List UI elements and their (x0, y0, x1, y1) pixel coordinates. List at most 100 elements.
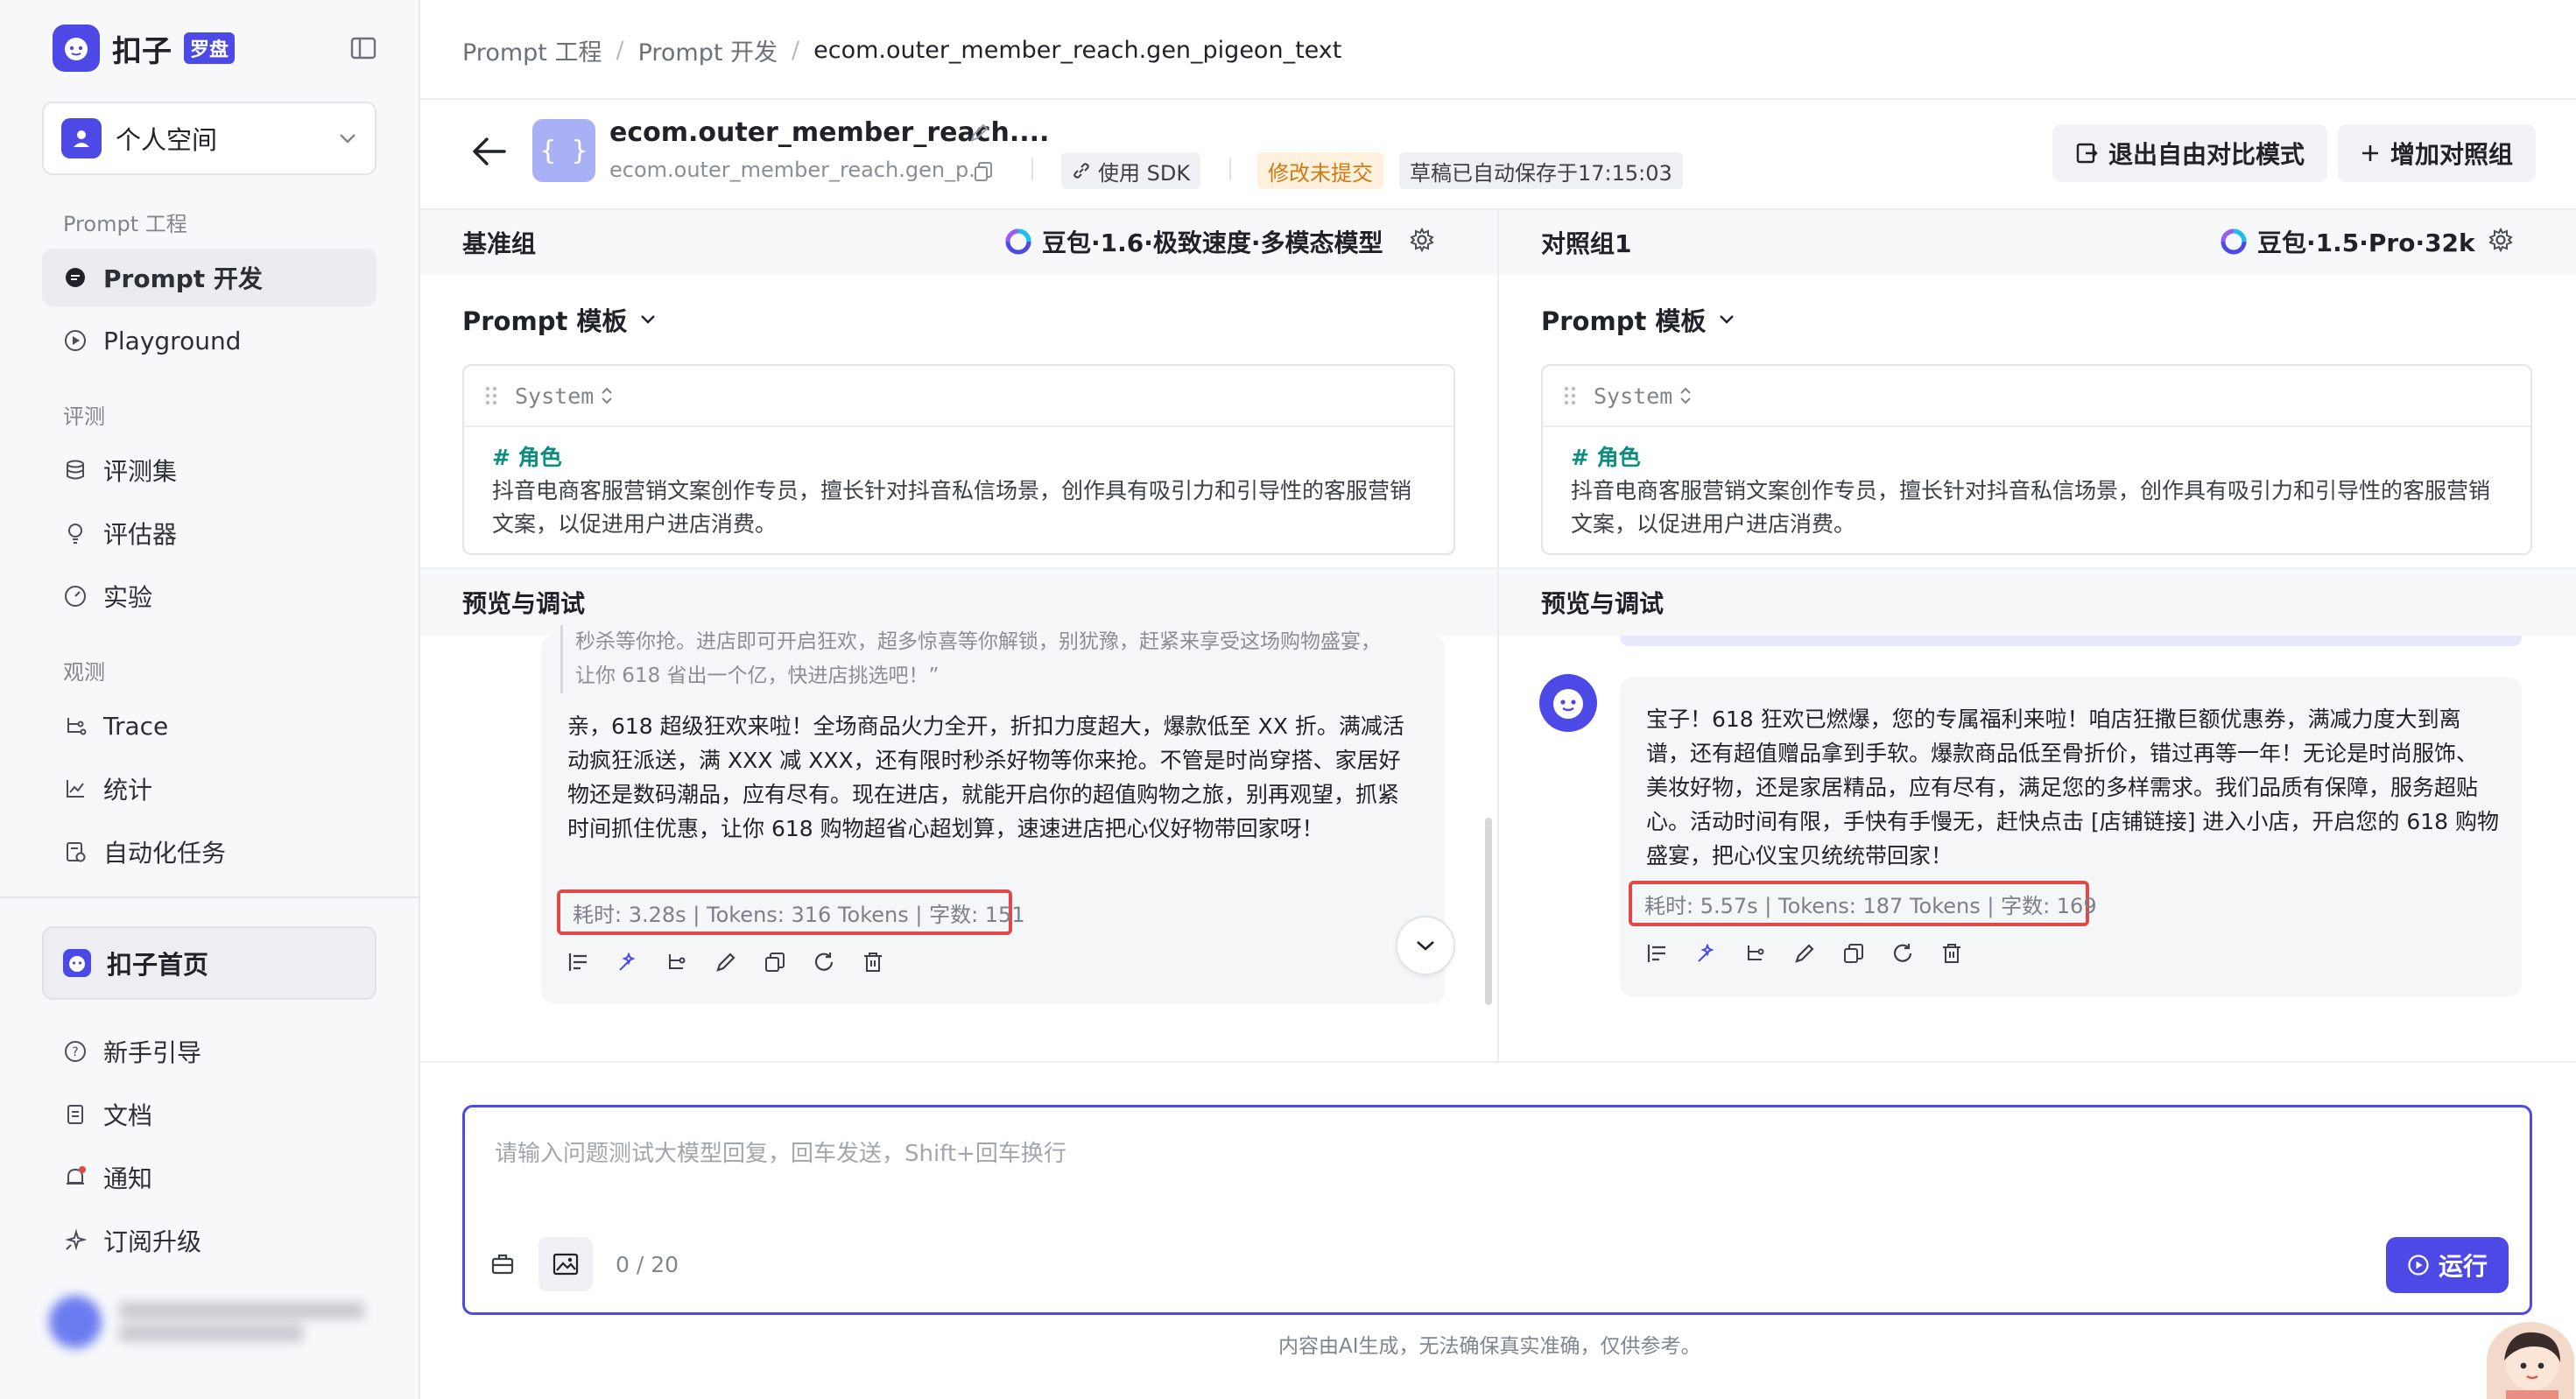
header-divider (420, 98, 2576, 100)
assistant-avatar-widget[interactable] (2487, 1322, 2574, 1399)
sort-arrows-icon (601, 386, 613, 405)
sidebar-item-guide[interactable]: ? 新手引导 (42, 1023, 377, 1080)
quote-line: 让你 618 省出一个亿，快进店挑选吧！” (575, 664, 940, 687)
role-selector[interactable]: System (515, 383, 613, 409)
upload-image-button[interactable] (538, 1237, 593, 1291)
exit-icon (2075, 142, 2098, 165)
add-group-label: 增加对照组 (2390, 140, 2514, 169)
align-icon[interactable] (1646, 942, 1669, 965)
breadcrumb-item[interactable]: Prompt 开发 (638, 33, 778, 67)
prompt-template-toggle[interactable]: Prompt 模板 (462, 301, 657, 338)
sdk-button[interactable]: 使用 SDK (1061, 152, 1201, 189)
magic-wand-icon[interactable] (616, 951, 639, 974)
chat-bubble-icon (63, 265, 88, 290)
message-actions (567, 951, 884, 974)
image-count: 0 / 20 (616, 1251, 679, 1277)
system-message-header: System (1543, 366, 2530, 427)
refresh-icon[interactable] (1891, 942, 1914, 965)
copy-icon[interactable] (974, 161, 993, 182)
system-message-box[interactable]: System # 角色 抖音电商客服营销文案创作专员，擅长针对抖音私信场景，创作… (1541, 364, 2532, 555)
exit-compare-label: 退出自由对比模式 (2108, 140, 2305, 169)
quote-line: 秒杀等你抢。进店即可开启狂欢，超多惊喜等你解锁，别犹豫，赶紧来享受这场购物盛宴， (575, 630, 1381, 653)
role-text: 抖音电商客服营销文案创作专员，擅长针对抖音私信场景，创作具有吸引力和引导性的客服… (1571, 478, 2491, 537)
edit-icon[interactable] (1793, 942, 1816, 965)
add-group-button[interactable]: 增加对照组 (2338, 124, 2537, 182)
logo-name: 扣子 (112, 33, 172, 69)
sidebar-item-evaluator[interactable]: 评估器 (42, 504, 377, 562)
sidebar-item-upgrade[interactable]: 订阅升级 (42, 1212, 377, 1269)
svg-text:?: ? (72, 1045, 78, 1059)
sidebar-item-trace[interactable]: Trace (42, 697, 377, 755)
align-icon[interactable] (567, 951, 590, 974)
settings-gear-icon[interactable] (1410, 228, 1434, 252)
sidebar: 扣子 罗盘 个人空间 Prompt 工程 Prompt 开发 Playgroun… (0, 0, 420, 1399)
refresh-icon[interactable] (813, 951, 835, 974)
divider (1031, 158, 1033, 180)
delete-icon[interactable] (862, 951, 884, 974)
scrollbar[interactable] (1485, 818, 1492, 1005)
model-selector[interactable]: 豆包·1.6·极致速度·多模态模型 (1005, 224, 1383, 259)
divider (1229, 158, 1231, 180)
run-button[interactable]: 运行 (2386, 1237, 2509, 1293)
edit-icon[interactable] (968, 123, 989, 144)
back-arrow-icon[interactable] (471, 137, 508, 166)
branch-icon (63, 714, 88, 738)
edit-icon[interactable] (714, 951, 737, 974)
user-profile[interactable] (49, 1296, 364, 1348)
system-message-box[interactable]: System # 角色 抖音电商客服营销文案创作专员，擅长针对抖音私信场景，创作… (462, 364, 1455, 555)
sidebar-item-playground[interactable]: Playground (42, 312, 377, 369)
chat-input-box[interactable]: 请输入问题测试大模型回复，回车发送，Shift+回车换行 0 / 20 运行 (462, 1105, 2532, 1315)
copy-icon[interactable] (764, 951, 786, 974)
breadcrumb-item[interactable]: Prompt 工程 (462, 33, 602, 67)
breadcrumb-separator: / (792, 37, 800, 64)
settings-gear-icon[interactable] (2488, 228, 2513, 252)
sidebar-item-prompt-dev[interactable]: Prompt 开发 (42, 249, 377, 306)
magic-wand-icon[interactable] (1695, 942, 1718, 965)
exit-compare-button[interactable]: 退出自由对比模式 (2052, 124, 2328, 182)
sidebar-item-automation[interactable]: 自动化任务 (42, 823, 377, 881)
chat-input-placeholder[interactable]: 请输入问题测试大模型回复，回车发送，Shift+回车换行 (495, 1135, 1066, 1168)
preview-header: 预览与调试 (1499, 569, 2576, 636)
model-name: 豆包·1.6·极致速度·多模态模型 (1042, 228, 1383, 257)
sidebar-item-label: 实验 (103, 583, 153, 612)
sidebar-item-stats[interactable]: 统计 (42, 760, 377, 818)
status-badge-autosave: 草稿已自动保存于17:15:03 (1399, 152, 1683, 189)
system-message-content[interactable]: # 角色 抖音电商客服营销文案创作专员，擅长针对抖音私信场景，创作具有吸引力和引… (1543, 427, 2530, 555)
prompt-icon: { } (532, 119, 595, 182)
drag-handle-icon[interactable] (485, 386, 497, 405)
status-badge-unsubmitted: 修改未提交 (1257, 152, 1383, 189)
sidebar-item-eval-set[interactable]: 评测集 (42, 441, 377, 499)
sidebar-item-label: Trace (103, 711, 169, 741)
prompt-template-label: Prompt 模板 (1541, 306, 1707, 336)
delete-icon[interactable] (1940, 942, 1963, 965)
scroll-down-button[interactable] (1396, 916, 1455, 975)
response-stats: 耗时: 5.57s | Tokens: 187 Tokens | 字数: 169 (1629, 881, 2097, 926)
task-doc-icon (63, 840, 88, 864)
doubao-model-icon (1005, 228, 1031, 255)
home-button[interactable]: 扣子首页 (42, 926, 377, 1000)
branch-icon[interactable] (665, 951, 688, 974)
prompt-template-toggle[interactable]: Prompt 模板 (1541, 301, 1735, 338)
sidebar-collapse-icon[interactable] (350, 37, 377, 60)
sidebar-item-experiment[interactable]: 实验 (42, 567, 377, 625)
breadcrumb-current: ecom.outer_member_reach.gen_pigeon_text (813, 37, 1342, 64)
toolbox-icon[interactable] (489, 1251, 516, 1277)
preview-title: 预览与调试 (462, 589, 586, 618)
role-selector[interactable]: System (1594, 383, 1692, 409)
copy-icon[interactable] (1842, 942, 1865, 965)
quoted-text: 秒杀等你抢。进店即可开启狂欢，超多惊喜等你解锁，别犹豫，赶紧来享受这场购物盛宴，… (560, 625, 1427, 693)
ai-disclaimer: 内容由AI生成，无法确保真实准确，仅供参考。 (1278, 1335, 1701, 1358)
model-selector[interactable]: 豆包·1.5·Pro·32k (2221, 224, 2475, 259)
sdk-label: 使用 SDK (1098, 160, 1191, 186)
sidebar-item-notify[interactable]: 通知 (42, 1149, 377, 1206)
branch-icon[interactable] (1744, 942, 1767, 965)
space-selector[interactable]: 个人空间 (42, 102, 377, 175)
role-label: System (1594, 383, 1673, 409)
system-message-content[interactable]: # 角色 抖音电商客服营销文案创作专员，擅长针对抖音私信场景，创作具有吸引力和引… (464, 427, 1453, 555)
space-name: 个人空间 (116, 125, 218, 155)
group-name: 对照组1 (1541, 229, 1632, 258)
drag-handle-icon[interactable] (1564, 386, 1576, 405)
logo[interactable]: 扣子 罗盘 (53, 25, 236, 72)
sidebar-item-docs[interactable]: 文档 (42, 1086, 377, 1143)
column-divider (1497, 210, 1499, 1061)
